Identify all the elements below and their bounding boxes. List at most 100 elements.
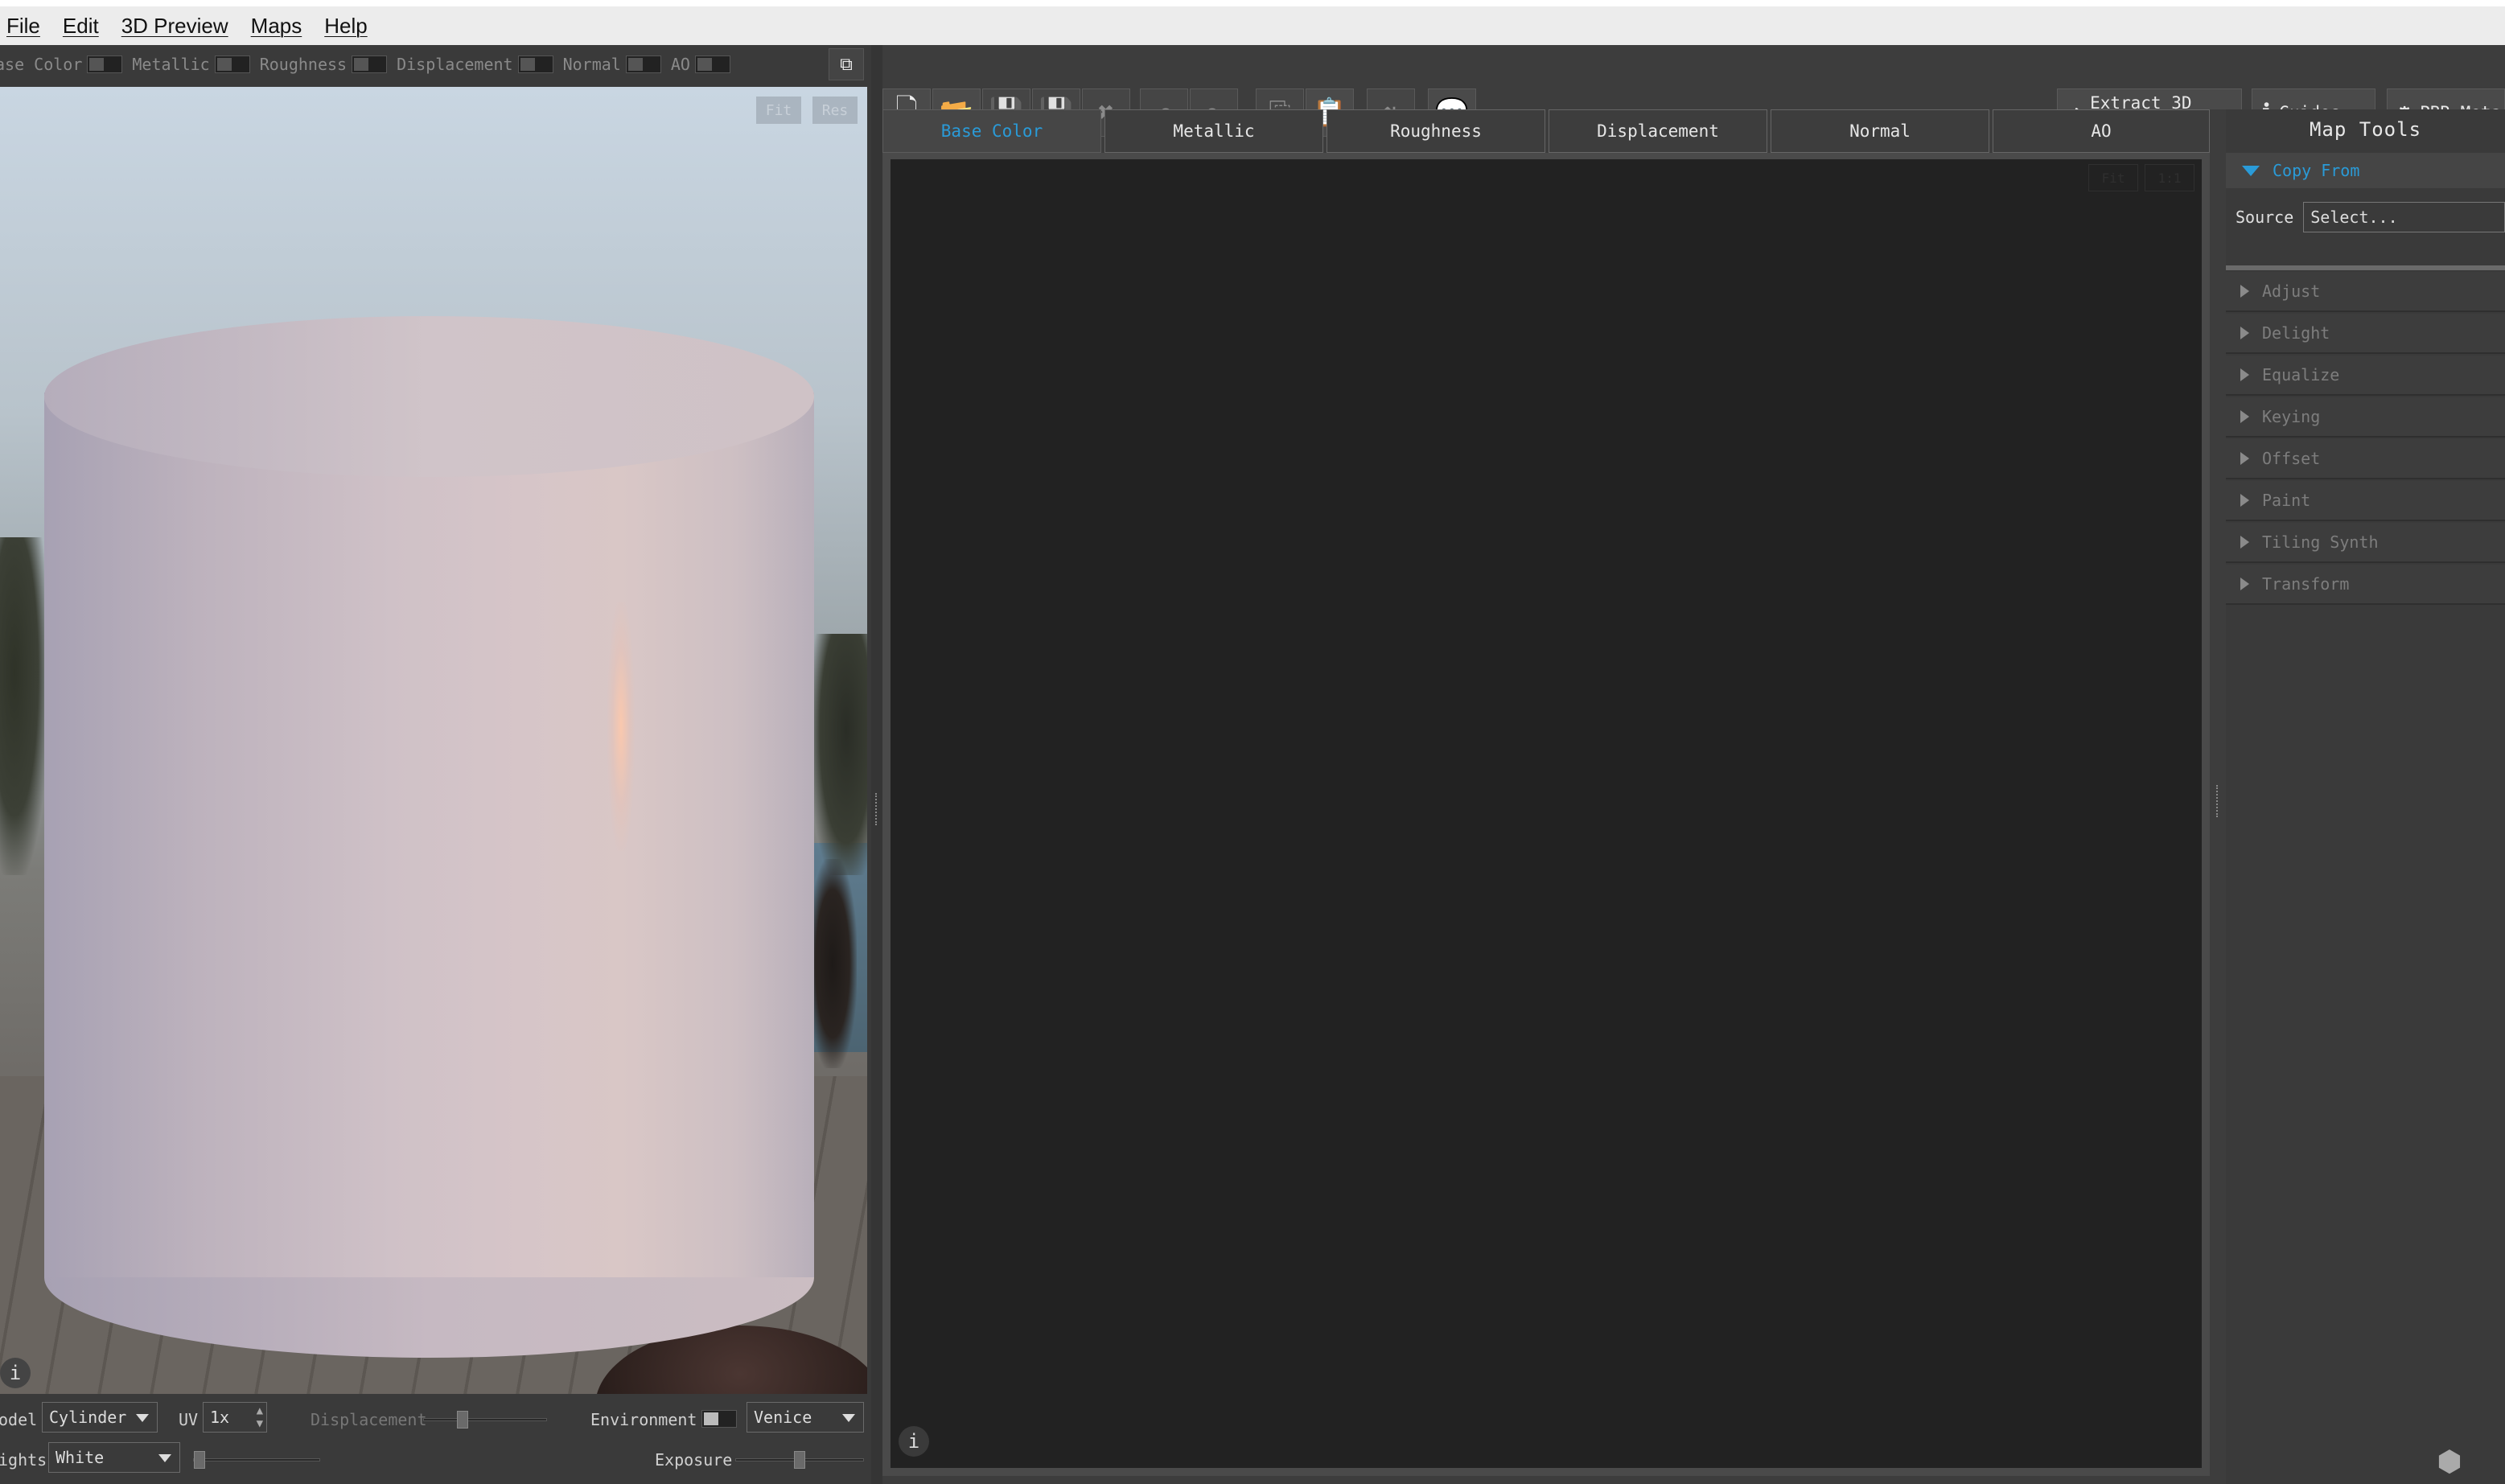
toggle-knob: [704, 1412, 718, 1425]
toggle-metallic[interactable]: Metallic: [132, 55, 250, 74]
toggle-switch[interactable]: [517, 55, 553, 73]
tool-keying[interactable]: Keying: [2226, 397, 2505, 438]
toggle-base-color[interactable]: ase Color: [0, 55, 123, 74]
tool-tiling-synth[interactable]: Tiling Synth: [2226, 523, 2505, 563]
toggle-switch[interactable]: [694, 55, 730, 73]
toggle-label: ase Color: [0, 55, 83, 74]
tool-delight[interactable]: Delight: [2226, 314, 2505, 354]
toggle-normal[interactable]: Normal: [563, 55, 661, 74]
tab-roughness[interactable]: Roughness: [1327, 109, 1545, 153]
environment-select[interactable]: Venice: [747, 1402, 864, 1433]
specular-highlight: [607, 602, 635, 851]
menu-3d-preview[interactable]: 3D Preview: [110, 14, 240, 39]
tool-label: Offset: [2262, 449, 2321, 468]
canvas-fit-button[interactable]: Fit: [2088, 164, 2138, 191]
preview-res-button[interactable]: Res: [812, 97, 858, 124]
tool-paint[interactable]: Paint: [2226, 481, 2505, 521]
panel-splitter[interactable]: [2210, 109, 2226, 1484]
slider-handle[interactable]: [794, 1451, 805, 1469]
triangle-right-icon: [2240, 285, 2249, 298]
environment-label: Environment: [590, 1410, 697, 1429]
model-label: odel: [0, 1410, 38, 1429]
lights-slider[interactable]: [193, 1451, 320, 1469]
model-select[interactable]: Cylinder: [42, 1402, 158, 1433]
triangle-right-icon: [2240, 327, 2249, 339]
lights-select[interactable]: White: [48, 1442, 180, 1473]
copy-from-label: Copy From: [2273, 161, 2360, 180]
triangle-right-icon: [2240, 410, 2249, 423]
tool-label: Adjust: [2262, 282, 2321, 301]
popout-icon: ⧉: [840, 54, 853, 75]
menu-edit[interactable]: Edit: [51, 14, 110, 39]
background-trees: [0, 537, 48, 875]
map-tabs: Base Color Metallic Roughness Displaceme…: [882, 109, 2210, 153]
triangle-right-icon: [2240, 536, 2249, 549]
cylinder-top: [44, 316, 814, 477]
tab-ao[interactable]: AO: [1993, 109, 2210, 153]
window-top-edge: [0, 0, 2505, 6]
triangle-right-icon: [2240, 452, 2249, 465]
triangle-right-icon: [2240, 494, 2249, 507]
3d-viewport[interactable]: [0, 87, 867, 1394]
chevron-down-icon: [842, 1414, 855, 1422]
exposure-slider[interactable]: [735, 1451, 864, 1469]
displacement-slider[interactable]: [423, 1411, 547, 1429]
tab-base-color[interactable]: Base Color: [882, 109, 1101, 153]
tab-metallic[interactable]: Metallic: [1104, 109, 1323, 153]
tool-equalize[interactable]: Equalize: [2226, 356, 2505, 396]
tool-label: Tiling Synth: [2262, 532, 2379, 552]
toggle-switch[interactable]: [352, 55, 388, 73]
menu-file[interactable]: File: [0, 14, 51, 39]
model-value: Cylinder: [49, 1408, 127, 1427]
canvas-info-icon[interactable]: i: [899, 1426, 929, 1457]
tool-transform[interactable]: Transform: [2226, 565, 2505, 605]
toggle-label: Displacement: [397, 55, 513, 74]
tool-adjust[interactable]: Adjust: [2226, 272, 2505, 312]
tab-normal[interactable]: Normal: [1771, 109, 1989, 153]
canvas-res-button[interactable]: 1:1: [2145, 164, 2194, 191]
menu-help[interactable]: Help: [313, 14, 378, 39]
uv-spinbox[interactable]: 1x ▲ ▼: [203, 1402, 267, 1433]
app-logo-icon: ⬢: [2437, 1445, 2462, 1478]
toggle-switch[interactable]: [214, 55, 250, 73]
map-tools-panel: Map Tools Copy From Source Select... Adju…: [2226, 109, 2505, 1484]
slider-handle[interactable]: [457, 1411, 468, 1429]
source-select[interactable]: Select...: [2303, 202, 2505, 232]
environment-value: Venice: [754, 1408, 812, 1427]
toggle-switch[interactable]: [87, 55, 123, 73]
slider-handle[interactable]: [194, 1451, 205, 1469]
map-canvas[interactable]: [891, 159, 2202, 1468]
background-trees: [812, 634, 867, 875]
toggle-switch[interactable]: [625, 55, 661, 73]
tool-label: Paint: [2262, 491, 2311, 510]
preview-map-toggles: ase Color Metallic Roughness Displacemen…: [0, 50, 740, 79]
toggle-label: Normal: [562, 55, 621, 74]
map-tools-title: Map Tools: [2309, 118, 2422, 141]
tool-offset[interactable]: Offset: [2226, 439, 2505, 479]
menu-maps[interactable]: Maps: [240, 14, 314, 39]
displacement-label: Displacement: [311, 1410, 427, 1429]
chevron-down-icon: [158, 1454, 171, 1462]
panel-splitter[interactable]: [871, 45, 882, 1484]
popout-preview-button[interactable]: ⧉: [829, 48, 864, 80]
tab-displacement[interactable]: Displacement: [1549, 109, 1767, 153]
chevron-down-icon: [136, 1414, 149, 1422]
preview-controls: odel Cylinder UV 1x ▲ ▼ Displacement Envir…: [0, 1396, 871, 1484]
environment-toggle[interactable]: [701, 1410, 737, 1428]
exposure-label: Exposure: [655, 1450, 733, 1470]
toggle-displacement[interactable]: Displacement: [397, 55, 553, 74]
spin-arrows-icon[interactable]: ▲ ▼: [257, 1404, 263, 1430]
lights-value: White: [56, 1448, 105, 1467]
splitter-grip[interactable]: [875, 793, 878, 825]
toggle-ao[interactable]: AO: [671, 55, 730, 74]
section-divider: [2226, 265, 2505, 270]
copy-from-section[interactable]: Copy From: [2226, 153, 2505, 188]
preview-fit-button[interactable]: Fit: [756, 97, 801, 124]
source-value: Select...: [2310, 208, 2398, 227]
uv-label: UV: [179, 1410, 199, 1429]
toggle-label: Metallic: [132, 55, 210, 74]
toggle-roughness[interactable]: Roughness: [260, 55, 388, 74]
triangle-right-icon: [2240, 368, 2249, 381]
preview-info-icon[interactable]: i: [0, 1358, 31, 1388]
splitter-grip[interactable]: [2216, 785, 2219, 817]
